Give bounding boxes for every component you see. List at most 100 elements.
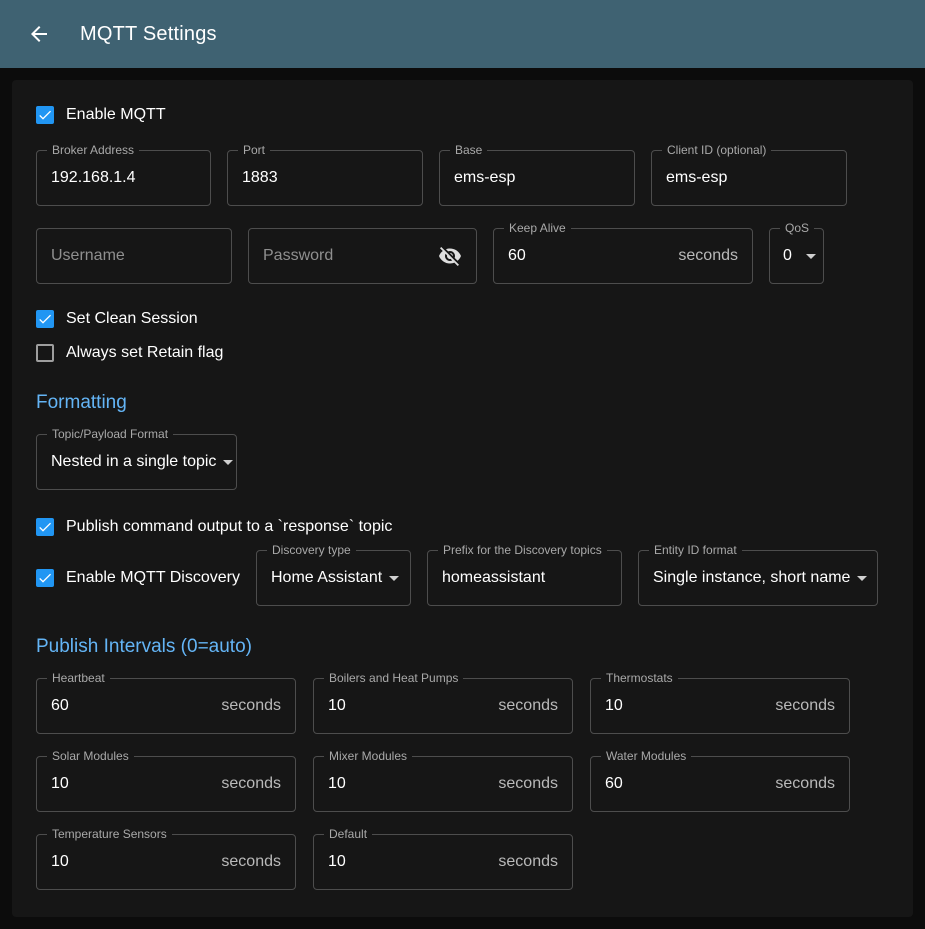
credentials-row: Keep Alive seconds QoS 0 <box>36 228 889 284</box>
field-label: QoS <box>780 221 814 235</box>
field-label: Port <box>238 143 270 157</box>
mixer-interval-field: Mixer Modules seconds <box>313 756 573 812</box>
selected-value: Home Assistant <box>271 569 382 587</box>
checkbox-label: Publish command output to a `response` t… <box>66 518 392 536</box>
formatting-heading: Formatting <box>36 392 889 414</box>
unit-suffix: seconds <box>498 697 558 715</box>
field-label: Topic/Payload Format <box>47 427 173 441</box>
keep-alive-field: Keep Alive seconds <box>493 228 753 284</box>
selected-value: Nested in a single topic <box>51 453 216 471</box>
clean-session-checkbox[interactable]: Set Clean Session <box>36 310 198 328</box>
default-interval-field: Default seconds <box>313 834 573 890</box>
field-label: Temperature Sensors <box>47 827 172 841</box>
solar-interval-input[interactable] <box>51 775 213 793</box>
water-interval-field: Water Modules seconds <box>590 756 850 812</box>
field-label: Thermostats <box>601 671 678 685</box>
discovery-row: Enable MQTT Discovery Discovery type Hom… <box>36 550 889 606</box>
checkbox-checked-icon <box>36 518 54 536</box>
base-input[interactable] <box>454 169 620 187</box>
checkbox-label: Enable MQTT <box>66 106 166 124</box>
chevron-down-icon <box>850 566 874 590</box>
heartbeat-interval-field: Heartbeat seconds <box>36 678 296 734</box>
discovery-type-select[interactable]: Discovery type Home Assistant <box>256 550 411 606</box>
heartbeat-interval-input[interactable] <box>51 697 213 715</box>
visibility-off-icon <box>438 244 462 268</box>
field-label: Entity ID format <box>649 543 742 557</box>
unit-suffix: seconds <box>221 775 281 793</box>
boilers-interval-input[interactable] <box>328 697 490 715</box>
enable-mqtt-checkbox[interactable]: Enable MQTT <box>36 106 166 124</box>
chevron-down-icon <box>799 244 823 268</box>
client-id-field: Client ID (optional) <box>651 150 847 206</box>
broker-address-input[interactable] <box>51 169 196 187</box>
unit-suffix: seconds <box>498 853 558 871</box>
field-label: Mixer Modules <box>324 749 412 763</box>
username-field <box>36 228 232 284</box>
checkbox-unchecked-icon <box>36 344 54 362</box>
field-label: Default <box>324 827 372 841</box>
entity-id-format-select[interactable]: Entity ID format Single instance, short … <box>638 550 878 606</box>
discovery-prefix-input[interactable] <box>442 569 607 587</box>
thermostats-interval-field: Thermostats seconds <box>590 678 850 734</box>
client-id-input[interactable] <box>666 169 832 187</box>
mqtt-discovery-checkbox[interactable]: Enable MQTT Discovery <box>36 569 240 587</box>
selected-value: 0 <box>783 247 792 265</box>
discovery-prefix-field: Prefix for the Discovery topics <box>427 550 622 606</box>
field-label: Water Modules <box>601 749 691 763</box>
toggle-password-visibility-button[interactable] <box>438 244 462 268</box>
checkbox-checked-icon <box>36 569 54 587</box>
checkbox-checked-icon <box>36 106 54 124</box>
retain-flag-checkbox[interactable]: Always set Retain flag <box>36 344 223 362</box>
field-label: Client ID (optional) <box>662 143 771 157</box>
thermostats-interval-input[interactable] <box>605 697 767 715</box>
unit-suffix: seconds <box>498 775 558 793</box>
username-input[interactable] <box>51 247 217 265</box>
base-field: Base <box>439 150 635 206</box>
field-label: Solar Modules <box>47 749 134 763</box>
publish-response-checkbox[interactable]: Publish command output to a `response` t… <box>36 518 392 536</box>
password-field <box>248 228 477 284</box>
arrow-back-icon <box>27 22 51 46</box>
temperature-sensors-interval-field: Temperature Sensors seconds <box>36 834 296 890</box>
checkbox-label: Set Clean Session <box>66 310 198 328</box>
app-bar: MQTT Settings <box>0 0 925 68</box>
unit-suffix: seconds <box>221 853 281 871</box>
port-input[interactable] <box>242 169 408 187</box>
topic-payload-format-select[interactable]: Topic/Payload Format Nested in a single … <box>36 434 237 490</box>
selected-value: Single instance, short name <box>653 569 850 587</box>
settings-panel: Enable MQTT Broker Address Port Base Cli… <box>12 80 913 917</box>
checkbox-label: Enable MQTT Discovery <box>66 569 240 587</box>
broker-address-field: Broker Address <box>36 150 211 206</box>
broker-row: Broker Address Port Base Client ID (opti… <box>36 150 889 206</box>
solar-interval-field: Solar Modules seconds <box>36 756 296 812</box>
field-label: Boilers and Heat Pumps <box>324 671 463 685</box>
intervals-grid: Heartbeat seconds Boilers and Heat Pumps… <box>36 678 889 890</box>
unit-suffix: seconds <box>775 775 835 793</box>
mixer-interval-input[interactable] <box>328 775 490 793</box>
topic-format-row: Topic/Payload Format Nested in a single … <box>36 434 889 490</box>
port-field: Port <box>227 150 423 206</box>
password-input[interactable] <box>263 247 438 265</box>
chevron-down-icon <box>216 450 240 474</box>
checkbox-label: Always set Retain flag <box>66 344 223 362</box>
boilers-interval-field: Boilers and Heat Pumps seconds <box>313 678 573 734</box>
field-label: Heartbeat <box>47 671 110 685</box>
default-interval-input[interactable] <box>328 853 490 871</box>
water-interval-input[interactable] <box>605 775 767 793</box>
field-label: Discovery type <box>267 543 356 557</box>
chevron-down-icon <box>382 566 406 590</box>
field-label: Keep Alive <box>504 221 571 235</box>
field-label: Prefix for the Discovery topics <box>438 543 607 557</box>
field-label: Base <box>450 143 487 157</box>
temperature-sensors-interval-input[interactable] <box>51 853 213 871</box>
checkbox-checked-icon <box>36 310 54 328</box>
back-button[interactable] <box>18 13 60 55</box>
unit-suffix: seconds <box>775 697 835 715</box>
keep-alive-input[interactable] <box>508 247 670 265</box>
page-title: MQTT Settings <box>80 23 217 46</box>
unit-suffix: seconds <box>221 697 281 715</box>
field-label: Broker Address <box>47 143 139 157</box>
qos-select[interactable]: QoS 0 <box>769 228 824 284</box>
unit-suffix: seconds <box>678 247 738 265</box>
publish-intervals-heading: Publish Intervals (0=auto) <box>36 636 889 658</box>
